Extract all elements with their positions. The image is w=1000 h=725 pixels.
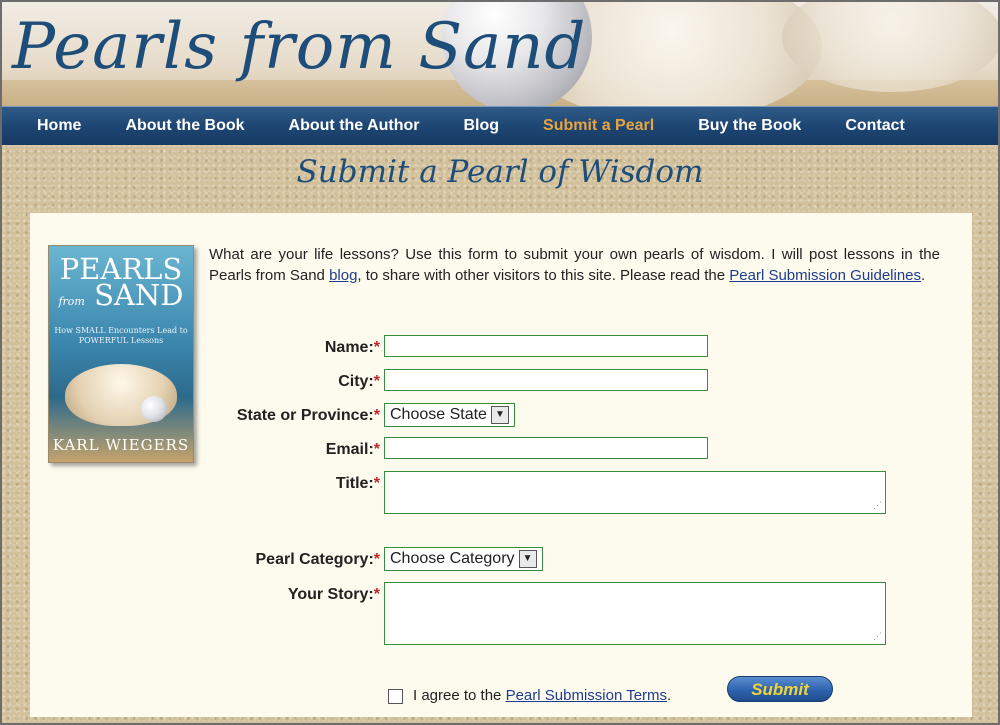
resize-grip-icon[interactable]: ⋰: [873, 501, 883, 511]
nav-item-contact[interactable]: Contact: [845, 117, 905, 135]
nav-item-blog[interactable]: Blog: [463, 117, 499, 135]
site-title: Pearls from Sand: [12, 10, 587, 84]
form-panel: PEARLS from SAND How SMALL Encounters Le…: [30, 213, 972, 717]
book-title-from: from: [58, 295, 85, 308]
resize-grip-icon[interactable]: ⋰: [873, 632, 883, 642]
nav-item-about-author[interactable]: About the Author: [289, 117, 420, 135]
agree-checkbox[interactable]: [388, 688, 403, 704]
nav-item-home[interactable]: Home: [37, 117, 81, 135]
main-nav: Home About the Book About the Author Blo…: [2, 106, 998, 145]
category-select[interactable]: Choose Category ▼: [384, 547, 543, 571]
story-textarea[interactable]: ⋰: [384, 582, 886, 645]
terms-link[interactable]: Pearl Submission Terms: [506, 687, 667, 704]
chevron-down-icon[interactable]: ▼: [518, 550, 537, 568]
story-row: Your Story:* ⋰: [30, 582, 972, 645]
intro-text-end: .: [921, 267, 926, 284]
state-select[interactable]: Choose State ▼: [384, 403, 515, 427]
page-frame: Pearls from Sand Home About the Book Abo…: [0, 0, 1000, 725]
state-selected-value: Choose State: [390, 406, 487, 424]
name-row: Name:*: [30, 335, 972, 361]
nav-item-buy-book[interactable]: Buy the Book: [698, 117, 801, 135]
agree-text: I agree to the: [413, 687, 506, 704]
agree-end: .: [667, 687, 672, 704]
intro-text-part2: , to share with other visitors to this s…: [357, 267, 730, 284]
name-input[interactable]: [384, 335, 708, 357]
city-input[interactable]: [384, 369, 708, 391]
chevron-down-icon[interactable]: ▼: [490, 406, 509, 424]
story-label: Your Story:*: [287, 586, 380, 603]
agree-row: I agree to the Pearl Submission Terms.: [388, 687, 671, 704]
category-label: Pearl Category:*: [255, 551, 381, 568]
email-label: Email:*: [325, 441, 380, 458]
blog-link[interactable]: blog: [329, 267, 357, 284]
state-row: State or Province:* Choose State ▼: [30, 403, 972, 429]
site-banner: Pearls from Sand: [2, 2, 998, 106]
title-row: Title:* ⋰: [30, 471, 972, 514]
page-heading: Submit a Pearl of Wisdom: [296, 154, 704, 190]
state-label: State or Province:*: [236, 407, 380, 424]
title-label: Title:*: [335, 475, 380, 492]
category-row: Pearl Category:* Choose Category ▼: [30, 547, 972, 573]
category-selected-value: Choose Category: [390, 550, 515, 568]
city-row: City:*: [30, 369, 972, 395]
name-label: Name:*: [324, 339, 380, 356]
submit-button[interactable]: Submit: [727, 676, 833, 702]
book-title: PEARLS from SAND: [49, 255, 193, 315]
guidelines-link[interactable]: Pearl Submission Guidelines: [729, 267, 921, 284]
banner-shell-image-2: [782, 2, 998, 92]
title-textarea[interactable]: ⋰: [384, 471, 886, 514]
email-input[interactable]: [384, 437, 708, 459]
nav-item-submit-pearl[interactable]: Submit a Pearl: [543, 117, 654, 135]
email-row: Email:*: [30, 437, 972, 463]
city-label: City:*: [338, 373, 380, 390]
book-title-line2: SAND: [94, 278, 184, 312]
intro-text: What are your life lessons? Use this for…: [209, 244, 940, 286]
nav-item-about-book[interactable]: About the Book: [125, 117, 244, 135]
